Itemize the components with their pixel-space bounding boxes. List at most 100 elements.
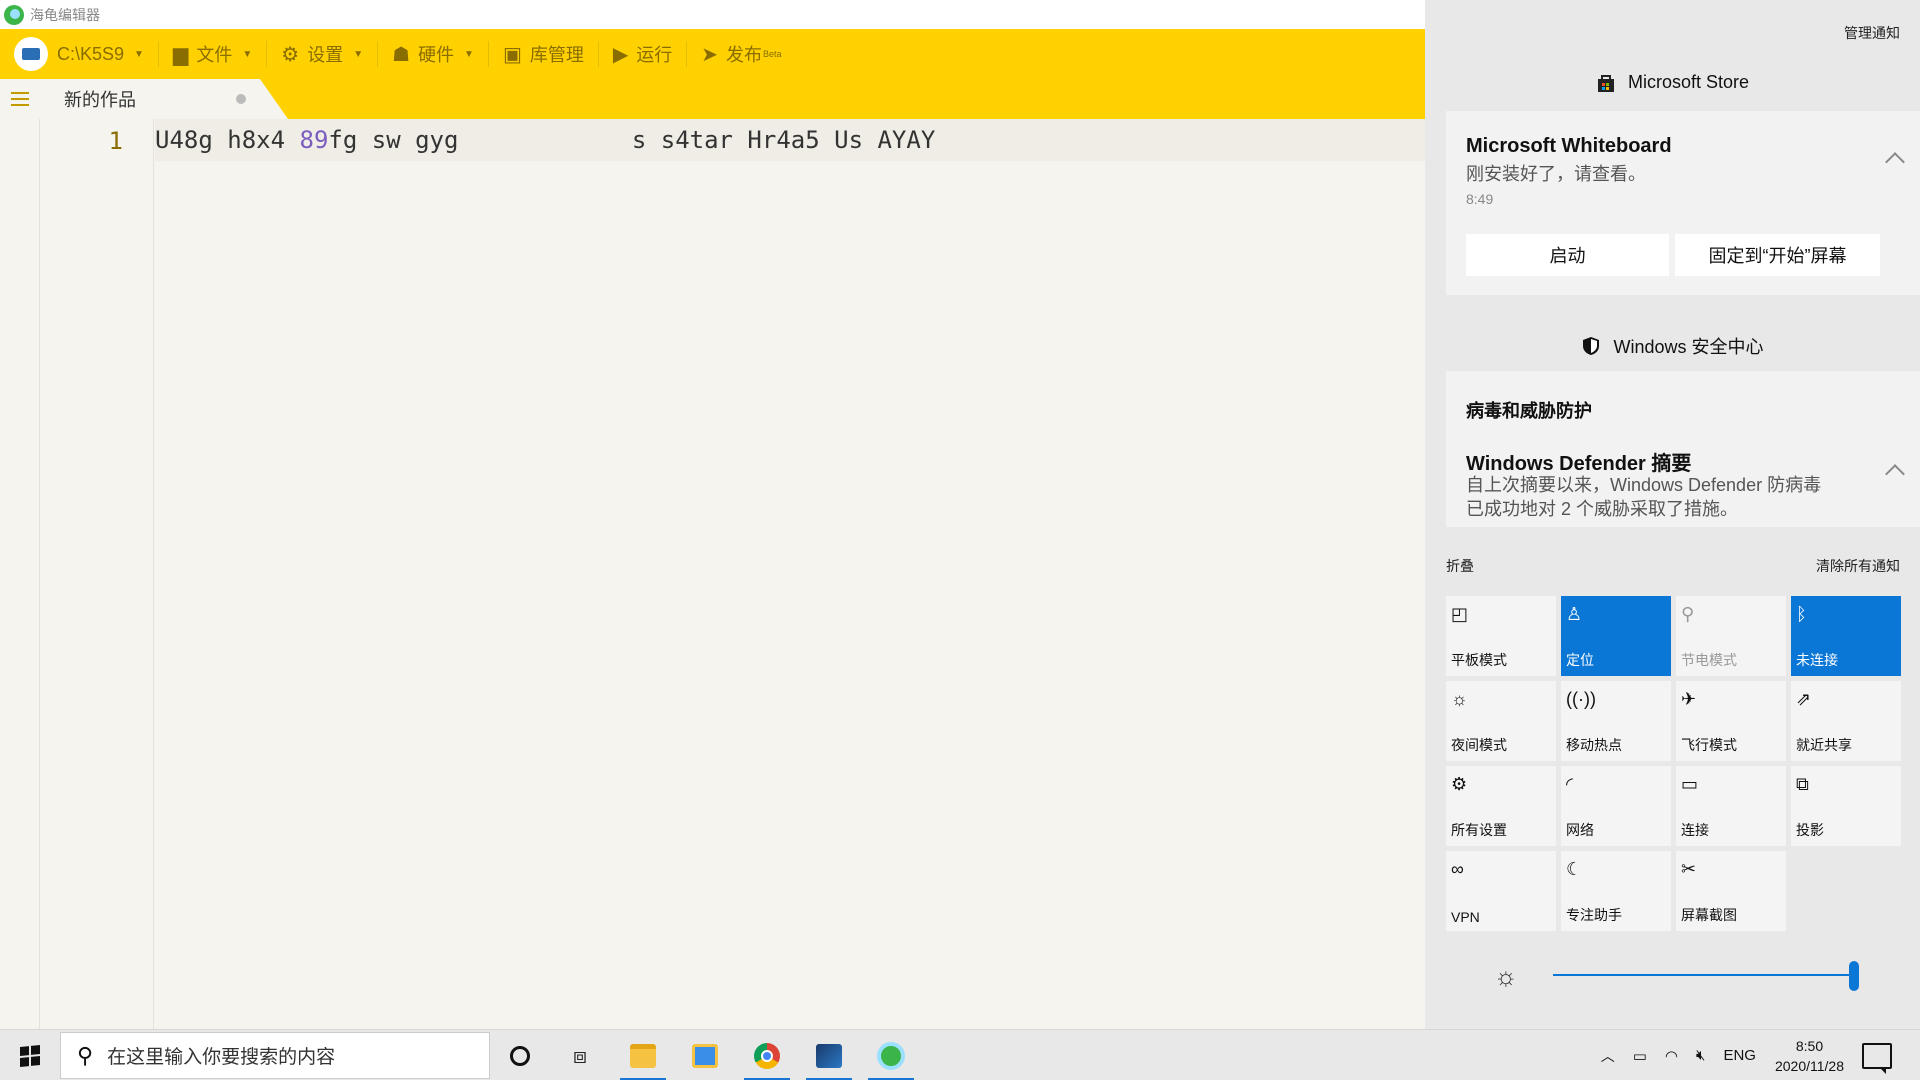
quick-action-screen-snip[interactable]: ✂ 屏幕截图 (1676, 851, 1786, 931)
side-gutter (0, 119, 40, 1029)
library-manager-button[interactable]: ▣ 库管理 (489, 29, 598, 79)
device-selector[interactable]: C:\K5S9 ▼ (0, 29, 158, 79)
wifi-icon[interactable]: ◠ (1665, 1047, 1678, 1065)
code-text: U48g h8x4 (155, 126, 300, 154)
airplane-icon: ✈ (1681, 689, 1697, 709)
cortana-button[interactable] (500, 1030, 540, 1080)
quick-action-mobile-hotspot[interactable]: ((·)) 移动热点 (1561, 681, 1671, 761)
input-language[interactable]: ENG (1723, 1047, 1756, 1064)
brightness-slider[interactable]: ☼ (1446, 955, 1920, 995)
security-group-title: Windows 安全中心 (1613, 337, 1764, 357)
notification-time: 8:49 (1466, 191, 1494, 207)
chevron-up-icon[interactable] (1885, 464, 1905, 484)
network-icon: ◜ (1566, 774, 1573, 794)
folder-icon (630, 1043, 656, 1068)
quick-action-label: 投影 (1796, 822, 1824, 838)
hardware-menu[interactable]: ☗ 硬件 ▼ (378, 29, 488, 79)
action-center-panel: 管理通知 Microsoft Store Microsoft Whiteboar… (1425, 0, 1920, 1029)
taskbar: ⚲ 在这里输入你要搜索的内容 ⧈ ︿ ▭ ◠ 🔇︎ ENG 8:50 2020/… (0, 1029, 1920, 1080)
quick-action-battery-saver[interactable]: ⚲ 节电模式 (1676, 596, 1786, 676)
quick-action-night-light[interactable]: ☼ 夜间模式 (1446, 681, 1556, 761)
task-view-button[interactable]: ⧈ (560, 1030, 600, 1080)
collapse-link[interactable]: 折叠 (1446, 556, 1474, 576)
code-editor-app-icon (816, 1043, 842, 1068)
chevron-down-icon: ▼ (353, 48, 364, 60)
quick-action-airplane-mode[interactable]: ✈ 飞行模式 (1676, 681, 1786, 761)
quick-action-vpn[interactable]: ∞ VPN (1446, 851, 1556, 931)
quick-action-bluetooth[interactable]: ᛒ 未连接 (1791, 596, 1901, 676)
cortana-circle-icon (510, 1045, 530, 1066)
search-icon: ⚲ (77, 1042, 94, 1068)
chevron-up-icon[interactable] (1885, 152, 1905, 172)
settings-menu-label: 设置 (307, 45, 344, 65)
launch-button[interactable]: 启动 (1466, 234, 1669, 276)
battery-icon[interactable]: ▭ (1633, 1047, 1647, 1065)
quick-action-label: 定位 (1566, 652, 1594, 668)
show-hidden-icons-chevron-icon[interactable]: ︿ (1601, 1046, 1615, 1066)
project-icon: ⧉ (1796, 774, 1809, 794)
quick-action-network[interactable]: ◜ 网络 (1561, 766, 1671, 846)
quick-action-project[interactable]: ⧉ 投影 (1791, 766, 1901, 846)
line-number-gutter: 1 (40, 119, 154, 1029)
publish-button[interactable]: ➤ 发布 Beta (687, 29, 795, 79)
code-number-token: 89 (299, 126, 329, 154)
line-number: 1 (108, 127, 123, 155)
device-icon (14, 37, 48, 71)
run-button[interactable]: ▶ 运行 (599, 29, 686, 79)
manage-notifications-link[interactable]: 管理通知 (1844, 23, 1900, 43)
editor-tab[interactable]: 新的作品 (40, 79, 288, 119)
chrome-icon (754, 1042, 780, 1069)
vpn-icon: ∞ (1451, 859, 1464, 879)
store-bag-icon (1597, 74, 1614, 92)
quick-action-nearby-share[interactable]: ⇗ 就近共享 (1791, 681, 1901, 761)
defender-notification[interactable]: 病毒和威胁防护 Windows Defender 摘要 自上次摘要以来，Wind… (1446, 371, 1920, 527)
store-group-title: Microsoft Store (1627, 72, 1750, 92)
connect-icon: ▭ (1681, 774, 1699, 794)
quick-action-all-settings[interactable]: ⚙ 所有设置 (1446, 766, 1556, 846)
quick-action-label: VPN (1451, 909, 1480, 925)
code-line[interactable]: U48g h8x4 89 fg sw gyg s s4tar Hr4a5 Us A… (155, 119, 1425, 161)
store-group-header: Microsoft Store (1425, 72, 1920, 93)
quick-action-label: 所有设置 (1451, 822, 1507, 838)
unsaved-dot-icon (236, 94, 246, 104)
chevron-down-icon: ▼ (134, 48, 144, 60)
taskbar-app-file-explorer[interactable] (617, 1030, 669, 1080)
quick-action-connect[interactable]: ▭ 连接 (1676, 766, 1786, 846)
volume-muted-icon[interactable]: 🔇︎ (1696, 1047, 1705, 1064)
quick-action-label: 连接 (1681, 822, 1709, 838)
quick-action-tablet-mode[interactable]: ◰ 平板模式 (1446, 596, 1556, 676)
nearby-share-icon: ⇗ (1796, 689, 1812, 709)
clear-all-notifications-link[interactable]: 清除所有通知 (1816, 556, 1900, 576)
hamburger-menu-icon[interactable] (0, 79, 40, 119)
pin-to-start-button[interactable]: 固定到“开始”屏幕 (1675, 234, 1880, 276)
notification-center-icon[interactable] (1862, 1042, 1892, 1074)
run-label: 运行 (636, 45, 673, 65)
taskbar-app-maps[interactable] (679, 1030, 731, 1080)
code-editor[interactable]: U48g h8x4 89 fg sw gyg s s4tar Hr4a5 Us A… (155, 119, 1425, 1029)
publish-label: 发布 (726, 45, 762, 65)
clock[interactable]: 8:50 2020/11/28 (1775, 1036, 1844, 1076)
screen-snip-icon: ✂ (1681, 859, 1697, 879)
taskbar-app-editor[interactable] (803, 1030, 855, 1080)
notification-body: 已成功地对 2 个威胁采取了措施。 (1466, 499, 1739, 519)
settings-menu[interactable]: ⚙ 设置 ▼ (267, 29, 377, 79)
turtle-editor-logo-icon (877, 1041, 905, 1070)
shield-icon (1583, 337, 1600, 355)
location-icon: ♙ (1566, 604, 1583, 624)
beta-badge: Beta (763, 49, 782, 59)
focus-assist-icon: ☾ (1566, 859, 1583, 879)
brightness-sun-icon: ☼ (1494, 961, 1518, 991)
quick-action-label: 屏幕截图 (1681, 907, 1737, 923)
quick-action-location[interactable]: ♙ 定位 (1561, 596, 1671, 676)
brightness-thumb[interactable] (1849, 961, 1859, 991)
start-button[interactable] (0, 1030, 60, 1080)
taskbar-app-chrome[interactable] (741, 1030, 793, 1080)
quick-action-focus-assist[interactable]: ☾ 专注助手 (1561, 851, 1671, 931)
library-label: 库管理 (529, 45, 584, 65)
taskbar-app-turtle-editor[interactable] (865, 1030, 917, 1080)
gear-icon: ⚙ (281, 43, 300, 66)
taskbar-search-box[interactable]: ⚲ 在这里输入你要搜索的内容 (60, 1032, 490, 1079)
quick-action-label: 节电模式 (1681, 652, 1737, 668)
brightness-track[interactable] (1553, 974, 1859, 976)
file-menu[interactable]: ▆ 文件 ▼ (159, 29, 266, 79)
